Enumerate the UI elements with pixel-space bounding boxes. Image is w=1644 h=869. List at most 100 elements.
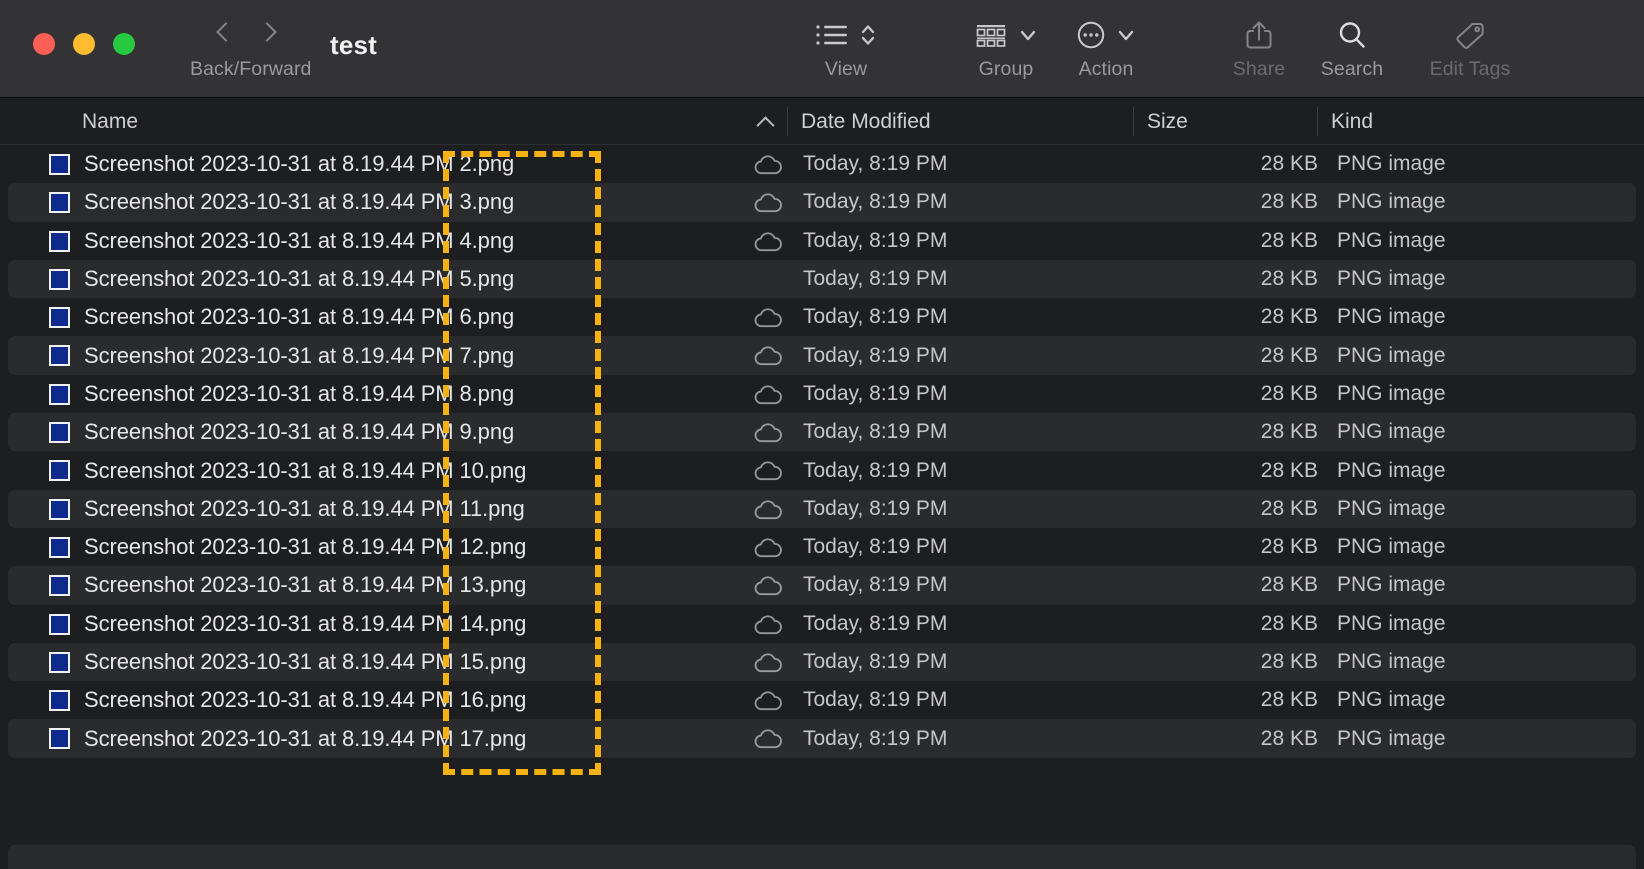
icloud-status-icon[interactable] <box>753 345 783 367</box>
action-label: Action <box>1078 58 1134 80</box>
file-kind: PNG image <box>1337 267 1446 291</box>
icloud-status-icon[interactable] <box>753 422 783 444</box>
file-date-modified: Today, 8:19 PM <box>803 573 948 597</box>
finder-window: Back/Forward test View Group Action Shar… <box>0 0 1644 869</box>
forward-icon[interactable] <box>258 21 273 47</box>
png-file-icon <box>49 422 70 444</box>
table-row[interactable]: Screenshot 2023-10-31 at 8.19.44 PM 4.pn… <box>8 222 1636 260</box>
table-row[interactable]: Screenshot 2023-10-31 at 8.19.44 PM 15.p… <box>8 642 1636 682</box>
icloud-status-icon[interactable] <box>753 537 783 559</box>
file-kind: PNG image <box>1337 190 1446 214</box>
column-header-kind[interactable]: Kind <box>1331 98 1373 145</box>
chevron-down-icon <box>1118 30 1134 41</box>
icloud-download-icon <box>754 614 782 634</box>
png-file-icon <box>49 651 70 673</box>
action-ellipsis-circle-icon <box>1077 21 1105 49</box>
icloud-download-icon <box>754 576 782 596</box>
column-divider[interactable] <box>1317 107 1318 136</box>
table-row[interactable]: Screenshot 2023-10-31 at 8.19.44 PM 2.pn… <box>8 145 1636 183</box>
back-icon[interactable] <box>217 21 232 47</box>
search-icon <box>1339 22 1365 48</box>
file-name: Screenshot 2023-10-31 at 8.19.44 PM 8.pn… <box>84 380 515 406</box>
file-name: Screenshot 2023-10-31 at 8.19.44 PM 4.pn… <box>84 227 515 253</box>
edit-tags-toolbar-item[interactable]: Edit Tags <box>1390 14 1550 81</box>
column-header-name[interactable]: Name <box>82 98 138 145</box>
column-header-size[interactable]: Size <box>1147 98 1188 145</box>
file-date-modified: Today, 8:19 PM <box>803 343 948 367</box>
file-size: 28 KB <box>1260 535 1318 559</box>
file-date-modified: Today, 8:19 PM <box>803 228 948 252</box>
file-name: Screenshot 2023-10-31 at 8.19.44 PM 12.p… <box>84 534 527 560</box>
column-header-bar: Name Date Modified Size Kind <box>0 98 1644 145</box>
file-date-modified: Today, 8:19 PM <box>803 267 948 291</box>
minimize-button[interactable] <box>73 33 95 55</box>
tag-icon <box>1456 23 1484 49</box>
column-header-date-modified[interactable]: Date Modified <box>801 98 931 145</box>
png-file-icon <box>49 728 70 750</box>
close-button[interactable] <box>33 33 55 55</box>
table-row[interactable]: Screenshot 2023-10-31 at 8.19.44 PM 16.p… <box>8 681 1636 719</box>
share-icon <box>1246 21 1272 49</box>
table-row[interactable]: Screenshot 2023-10-31 at 8.19.44 PM 7.pn… <box>8 336 1636 375</box>
column-divider[interactable] <box>1133 107 1134 136</box>
icloud-download-icon <box>754 155 782 175</box>
icloud-download-icon <box>754 385 782 404</box>
file-name: Screenshot 2023-10-31 at 8.19.44 PM 14.p… <box>84 610 527 636</box>
table-row[interactable]: Screenshot 2023-10-31 at 8.19.44 PM 9.pn… <box>8 413 1636 452</box>
icloud-download-icon <box>754 538 782 558</box>
icloud-status-icon[interactable] <box>753 192 783 214</box>
icloud-download-icon <box>754 231 782 251</box>
file-kind: PNG image <box>1337 152 1446 176</box>
icloud-status-icon[interactable] <box>753 652 783 674</box>
icloud-status-icon[interactable] <box>753 307 783 329</box>
file-kind: PNG image <box>1337 726 1446 750</box>
file-date-modified: Today, 8:19 PM <box>803 535 948 559</box>
view-toolbar-item[interactable]: View <box>786 14 906 81</box>
table-row[interactable]: Screenshot 2023-10-31 at 8.19.44 PM 6.pn… <box>8 298 1636 336</box>
icloud-download-icon <box>754 729 782 749</box>
png-file-icon <box>49 192 70 214</box>
toolbar: Back/Forward test View Group Action Shar… <box>0 0 1644 98</box>
icloud-status-icon[interactable] <box>753 154 783 176</box>
icloud-download-icon <box>754 653 782 672</box>
traffic-lights <box>33 33 135 55</box>
column-divider[interactable] <box>787 107 788 136</box>
table-row[interactable]: Screenshot 2023-10-31 at 8.19.44 PM 10.p… <box>8 451 1636 489</box>
file-name: Screenshot 2023-10-31 at 8.19.44 PM 9.pn… <box>84 419 515 445</box>
zoom-button[interactable] <box>113 33 135 55</box>
table-row[interactable]: Screenshot 2023-10-31 at 8.19.44 PM 14.p… <box>8 605 1636 643</box>
png-file-icon <box>49 154 70 175</box>
icloud-status-icon[interactable] <box>753 575 783 597</box>
table-row[interactable]: Screenshot 2023-10-31 at 8.19.44 PM 13.p… <box>8 566 1636 605</box>
file-size: 28 KB <box>1260 190 1318 214</box>
icloud-status-icon[interactable] <box>753 499 783 521</box>
file-size: 28 KB <box>1260 305 1318 329</box>
file-size: 28 KB <box>1260 688 1318 712</box>
table-row[interactable]: Screenshot 2023-10-31 at 8.19.44 PM 8.pn… <box>8 375 1636 413</box>
file-kind: PNG image <box>1337 573 1446 597</box>
icloud-status-icon[interactable] <box>753 460 783 482</box>
table-row[interactable]: Screenshot 2023-10-31 at 8.19.44 PM 5.pn… <box>8 259 1636 299</box>
icloud-status-icon[interactable] <box>753 384 783 406</box>
file-name: Screenshot 2023-10-31 at 8.19.44 PM 10.p… <box>84 457 527 483</box>
icloud-status-icon[interactable] <box>753 231 783 253</box>
file-name: Screenshot 2023-10-31 at 8.19.44 PM 2.pn… <box>84 151 515 177</box>
icloud-download-icon <box>754 346 782 366</box>
table-row[interactable]: Screenshot 2023-10-31 at 8.19.44 PM 12.p… <box>8 528 1636 566</box>
share-label: Share <box>1232 58 1286 80</box>
icloud-status-icon[interactable] <box>753 614 783 636</box>
table-row[interactable]: Screenshot 2023-10-31 at 8.19.44 PM 3.pn… <box>8 183 1636 222</box>
icloud-status-icon[interactable] <box>753 690 783 712</box>
file-date-modified: Today, 8:19 PM <box>803 496 948 520</box>
file-kind: PNG image <box>1337 228 1446 252</box>
file-size: 28 KB <box>1260 343 1318 367</box>
table-row[interactable]: Screenshot 2023-10-31 at 8.19.44 PM 17.p… <box>8 719 1636 758</box>
action-toolbar-item[interactable]: Action <box>1046 14 1166 81</box>
file-date-modified: Today, 8:19 PM <box>803 381 948 405</box>
file-name: Screenshot 2023-10-31 at 8.19.44 PM 17.p… <box>84 725 527 751</box>
icloud-status-icon[interactable] <box>753 728 783 750</box>
icloud-download-icon <box>754 423 782 443</box>
table-row[interactable]: Screenshot 2023-10-31 at 8.19.44 PM 11.p… <box>8 489 1636 528</box>
sort-ascending-icon[interactable] <box>756 115 776 128</box>
list-item-partial[interactable] <box>8 845 1636 869</box>
